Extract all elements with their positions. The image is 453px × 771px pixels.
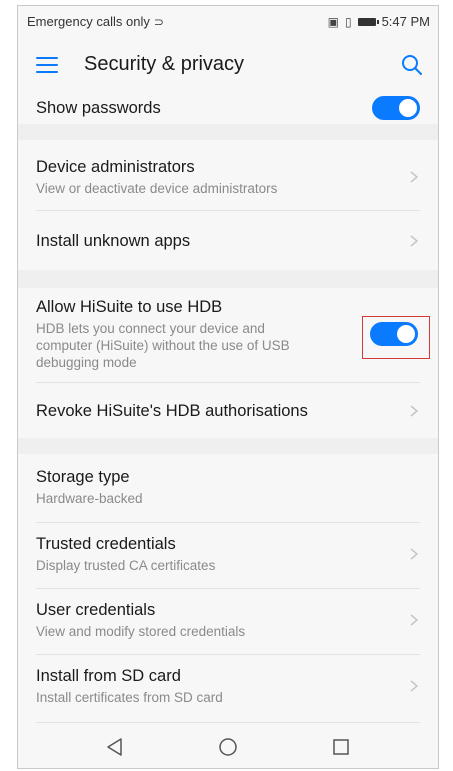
chevron-right-icon <box>410 614 419 626</box>
user-credentials-title: User credentials <box>36 601 156 619</box>
nfc-icon: ▣ <box>327 14 339 29</box>
divider <box>36 654 420 655</box>
chevron-right-icon <box>410 405 419 417</box>
status-bar: Emergency calls only ⊃ ▣ ▯ 5:47 PM <box>18 6 438 37</box>
divider <box>36 522 420 523</box>
clock: 5:47 PM <box>381 14 430 29</box>
divider <box>36 722 420 723</box>
section-gap <box>18 270 438 288</box>
menu-icon[interactable] <box>36 56 58 73</box>
allow-hisuite-hdb-title: Allow HiSuite to use HDB <box>36 298 223 316</box>
divider <box>36 588 420 589</box>
divider <box>36 382 420 383</box>
divider <box>36 210 420 211</box>
app-toolbar: Security & privacy <box>18 37 438 92</box>
install-unknown-apps-title: Install unknown apps <box>36 231 191 250</box>
storage-type-subtitle: Hardware-backed <box>36 491 143 506</box>
allow-hisuite-hdb-subtitle-1: HDB lets you connect your device and <box>36 321 265 336</box>
allow-hisuite-hdb-subtitle-3: debugging mode <box>36 355 137 370</box>
revoke-hdb-row[interactable]: Revoke HiSuite's HDB authorisations <box>18 384 438 438</box>
trusted-credentials-title: Trusted credentials <box>36 535 176 553</box>
chevron-right-icon <box>410 680 419 692</box>
show-passwords-label: Show passwords <box>36 98 161 117</box>
allow-hisuite-hdb-subtitle-2: computer (HiSuite) without the use of US… <box>36 338 290 353</box>
chevron-right-icon <box>410 548 419 560</box>
install-from-sd-row[interactable]: Install from SD card Install certificate… <box>18 658 438 714</box>
user-credentials-subtitle: View and modify stored credentials <box>36 624 246 639</box>
carrier-text: Emergency calls only <box>27 14 150 29</box>
no-sim-icon: ⊃ <box>153 14 164 29</box>
storage-type-row: Storage type Hardware-backed <box>18 460 438 514</box>
navigation-bar <box>18 726 438 768</box>
allow-hisuite-hdb-row[interactable]: Allow HiSuite to use HDB HDB lets you co… <box>18 288 438 380</box>
revoke-hdb-title: Revoke HiSuite's HDB authorisations <box>36 401 308 420</box>
trusted-credentials-row[interactable]: Trusted credentials Display trusted CA c… <box>18 526 438 582</box>
back-icon[interactable] <box>101 733 129 761</box>
vibrate-icon: ▯ <box>344 14 352 29</box>
allow-hisuite-hdb-toggle[interactable] <box>370 322 418 346</box>
settings-list: Show passwords Device administrators Vie… <box>18 92 438 726</box>
user-credentials-row[interactable]: User credentials View and modify stored … <box>18 592 438 648</box>
device-administrators-row[interactable]: Device administrators View or deactivate… <box>18 150 438 204</box>
storage-type-title: Storage type <box>36 468 130 486</box>
section-gap <box>18 124 438 140</box>
show-passwords-row[interactable]: Show passwords <box>18 92 438 124</box>
battery-icon <box>357 17 379 26</box>
phone-screen: Emergency calls only ⊃ ▣ ▯ 5:47 PM Secur… <box>17 5 439 769</box>
chevron-right-icon <box>410 235 419 247</box>
device-administrators-title: Device administrators <box>36 158 195 176</box>
install-unknown-apps-row[interactable]: Install unknown apps <box>18 212 438 270</box>
recents-icon[interactable] <box>327 733 355 761</box>
device-administrators-subtitle: View or deactivate device administrators <box>36 181 278 196</box>
chevron-right-icon <box>410 171 419 183</box>
home-icon[interactable] <box>214 733 242 761</box>
install-from-sd-title: Install from SD card <box>36 667 181 685</box>
install-from-sd-subtitle: Install certificates from SD card <box>36 690 223 705</box>
section-gap <box>18 438 438 454</box>
trusted-credentials-subtitle: Display trusted CA certificates <box>36 558 216 573</box>
page-title: Security & privacy <box>84 53 245 75</box>
search-icon[interactable] <box>400 53 424 77</box>
show-passwords-toggle[interactable] <box>372 96 420 120</box>
